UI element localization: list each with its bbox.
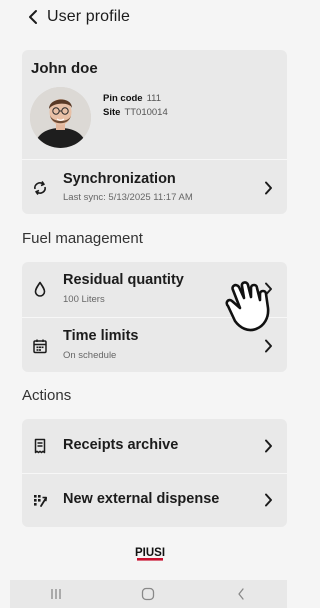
chevron-left-icon (29, 10, 37, 24)
calendar-icon (32, 338, 48, 354)
user-info: John doe Pin code 111 Site TT010014 (22, 50, 287, 159)
avatar (30, 87, 91, 148)
home-icon (142, 587, 155, 601)
synchronization-row[interactable]: Synchronization Last sync: 5/13/2025 11:… (22, 159, 287, 214)
back-button[interactable]: User profile (27, 8, 130, 26)
drop-icon (32, 281, 48, 297)
external-dispense-icon (32, 493, 48, 509)
sync-subtitle: Last sync: 5/13/2025 11:17 AM (63, 192, 193, 203)
time-limits-status: On schedule (63, 350, 117, 361)
piusi-logo: PIUSI (135, 544, 165, 562)
site: Site TT010014 (103, 107, 168, 118)
hand-pointer-icon (220, 276, 282, 336)
recents-icon (51, 589, 61, 599)
sync-icon (32, 180, 48, 196)
svg-text:PIUSI: PIUSI (135, 547, 165, 559)
residual-quantity-title: Residual quantity (63, 272, 184, 288)
app-header: User profile (0, 0, 297, 34)
back-icon (238, 588, 244, 600)
fuel-management-title: Fuel management (22, 230, 143, 247)
chevron-right-icon (264, 439, 273, 453)
chevron-right-icon (264, 181, 273, 195)
chevron-right-icon (264, 339, 273, 353)
receipt-icon (32, 438, 48, 454)
new-external-dispense-title: New external dispense (63, 491, 220, 507)
page-title: User profile (47, 8, 131, 25)
actions-title: Actions (22, 387, 72, 404)
residual-quantity-value: 100 Liters (63, 294, 105, 305)
system-nav-bar (10, 580, 287, 608)
system-back-button[interactable] (221, 584, 261, 604)
receipts-archive-title: Receipts archive (63, 437, 179, 453)
user-card: John doe Pin code 111 Site TT010014 Sync… (22, 50, 287, 214)
chevron-right-icon (264, 493, 273, 507)
home-button[interactable] (128, 584, 168, 604)
recents-button[interactable] (36, 584, 76, 604)
actions-card: Receipts archive New external dispense (22, 419, 287, 527)
sync-title: Synchronization (63, 171, 176, 187)
pin-code: Pin code 111 (103, 93, 162, 104)
user-name: John doe (31, 60, 98, 77)
time-limits-title: Time limits (63, 328, 139, 344)
new-external-dispense-row[interactable]: New external dispense (22, 473, 287, 527)
receipts-archive-row[interactable]: Receipts archive (22, 419, 287, 473)
